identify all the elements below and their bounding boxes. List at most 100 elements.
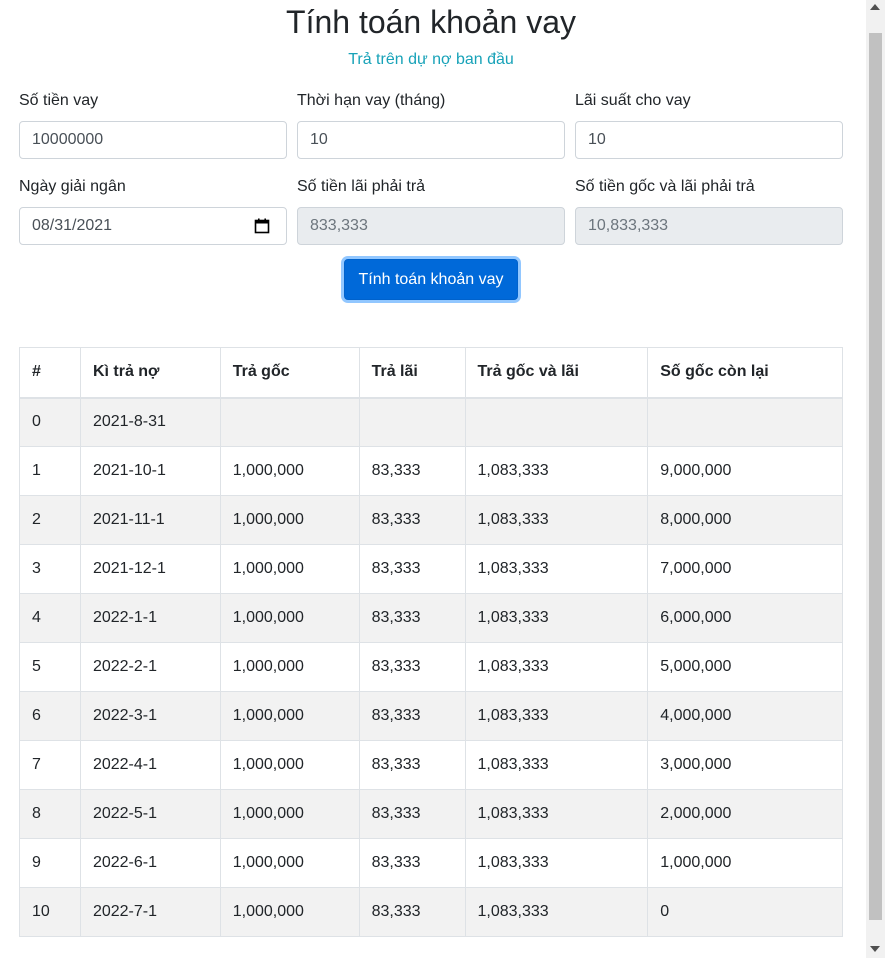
table-row: 8 2022-5-1 1,000,000 83,333 1,083,333 2,000,0… — [19, 789, 843, 839]
table-row: 0 2021-8-31 — [19, 397, 843, 447]
table-cell: 9,000,000 — [647, 446, 843, 496]
table-cell: 10 — [19, 887, 81, 937]
loan-term-input[interactable]: 10 — [297, 121, 565, 159]
interest-rate-label: Lãi suất cho vay — [575, 92, 691, 109]
table-cell: 6,000,000 — [647, 593, 843, 643]
table-cell: 1,000,000 — [219, 887, 360, 937]
table-cell: 8,000,000 — [647, 495, 843, 545]
table-cell: 1,083,333 — [464, 593, 649, 643]
table-cell: 1,083,333 — [464, 887, 649, 937]
table-cell: 83,333 — [358, 446, 466, 496]
table-cell: 2022-3-1 — [79, 691, 221, 741]
table-cell: 2022-5-1 — [79, 789, 221, 839]
vertical-scrollbar[interactable] — [866, 0, 885, 958]
disbursement-date-label: Ngày giải ngân — [19, 178, 126, 195]
loan-amount-label: Số tiền vay — [19, 92, 99, 109]
table-cell: 7 — [19, 740, 81, 790]
table-cell: 1,000,000 — [219, 544, 360, 594]
table-cell: 83,333 — [358, 740, 466, 790]
page-title: Tính toán khoản vay — [286, 4, 576, 40]
table-cell: 3 — [19, 544, 81, 594]
table-cell: 83,333 — [358, 593, 466, 643]
table-cell: 7,000,000 — [647, 544, 843, 594]
table-cell: 83,333 — [358, 495, 466, 545]
table-cell: 1 — [19, 446, 81, 496]
table-cell: 2022-6-1 — [79, 838, 221, 888]
table-cell: 83,333 — [358, 838, 466, 888]
column-header: Số gốc còn lại — [647, 347, 843, 399]
table-cell: 83,333 — [358, 642, 466, 692]
total-payment-label: Số tiền gốc và lãi phải trả — [575, 178, 755, 195]
table-cell: 2021-10-1 — [79, 446, 221, 496]
table-cell: 1,083,333 — [464, 789, 649, 839]
table-cell: 4,000,000 — [647, 691, 843, 741]
table-cell: 1,000,000 — [219, 789, 360, 839]
table-cell: 2021-8-31 — [79, 397, 221, 447]
column-header: Trả gốc và lãi — [464, 347, 649, 399]
table-cell: 2021-11-1 — [79, 495, 221, 545]
table-row: 7 2022-4-1 1,000,000 83,333 1,083,333 3,000,0… — [19, 740, 843, 790]
table-row: 10 2022-7-1 1,000,000 83,333 1,083,333 0 — [19, 887, 843, 937]
table-cell: 1,083,333 — [464, 838, 649, 888]
table-cell — [464, 397, 649, 447]
table-cell: 9 — [19, 838, 81, 888]
table-cell: 5 — [19, 642, 81, 692]
table-cell — [219, 397, 360, 447]
table-cell: 1,000,000 — [219, 838, 360, 888]
table-row: 1 2021-10-1 1,000,000 83,333 1,083,333 9,000,… — [19, 446, 843, 496]
table-cell: 6 — [19, 691, 81, 741]
table-cell: 83,333 — [358, 789, 466, 839]
column-header: Kì trả nợ — [79, 347, 221, 399]
table-cell: 0 — [647, 887, 843, 937]
table-cell: 2021-12-1 — [79, 544, 221, 594]
table-row: 5 2022-2-1 1,000,000 83,333 1,083,333 5,000,0… — [19, 642, 843, 692]
table-row: 6 2022-3-1 1,000,000 83,333 1,083,333 4,000,0… — [19, 691, 843, 741]
table-cell: 8 — [19, 789, 81, 839]
loan-calculator-page: Tính toán khoản vay Trả trên dự nợ ban đ… — [0, 0, 866, 958]
table-cell: 1,083,333 — [464, 691, 649, 741]
column-header: Trả gốc — [219, 347, 360, 399]
table-cell: 2022-2-1 — [79, 642, 221, 692]
column-header: Trả lãi — [358, 347, 466, 399]
table-cell: 5,000,000 — [647, 642, 843, 692]
table-cell: 1,083,333 — [464, 642, 649, 692]
table-cell: 2 — [19, 495, 81, 545]
total-interest-field: 833,333 — [297, 207, 565, 245]
table-cell: 83,333 — [358, 544, 466, 594]
table-cell: 1,083,333 — [464, 740, 649, 790]
table-cell: 2022-7-1 — [79, 887, 221, 937]
table-cell: 1,000,000 — [219, 495, 360, 545]
table-cell — [647, 397, 843, 447]
table-cell: 1,000,000 — [219, 446, 360, 496]
table-cell: 1,000,000 — [219, 740, 360, 790]
table-header-row: # Kì trả nợ Trả gốc Trả lãi Trả gốc và l… — [19, 347, 843, 399]
disbursement-date-input[interactable]: 08/31/2021 — [19, 207, 287, 245]
table-cell: 0 — [19, 397, 81, 447]
table-cell: 1,000,000 — [647, 838, 843, 888]
table-cell: 83,333 — [358, 887, 466, 937]
scroll-down-arrow-icon[interactable] — [870, 946, 880, 952]
total-interest-label: Số tiền lãi phải trả — [297, 178, 426, 195]
table-cell: 1,083,333 — [464, 446, 649, 496]
interest-rate-input[interactable]: 10 — [575, 121, 843, 159]
table-cell: 2,000,000 — [647, 789, 843, 839]
table-cell: 1,000,000 — [219, 593, 360, 643]
table-cell — [358, 397, 466, 447]
table-cell: 83,333 — [358, 691, 466, 741]
loan-amount-input[interactable]: 10000000 — [19, 121, 287, 159]
table-row: 3 2021-12-1 1,000,000 83,333 1,083,333 7,000,… — [19, 544, 843, 594]
column-header: # — [19, 347, 81, 399]
calculate-loan-button[interactable]: Tính toán khoản vay — [344, 259, 518, 300]
scroll-up-arrow-icon[interactable] — [870, 4, 880, 10]
table-cell: 4 — [19, 593, 81, 643]
table-cell: 1,000,000 — [219, 691, 360, 741]
repayment-schedule-table: # Kì trả nợ Trả gốc Trả lãi Trả gốc và l… — [19, 347, 843, 937]
table-cell: 3,000,000 — [647, 740, 843, 790]
calendar-icon[interactable] — [254, 218, 270, 234]
table-row: 9 2022-6-1 1,000,000 83,333 1,083,333 1,000,0… — [19, 838, 843, 888]
disbursement-date-value: 08/31/2021 — [32, 217, 113, 234]
loan-term-label: Thời hạn vay (tháng) — [297, 92, 446, 109]
table-cell: 1,083,333 — [464, 544, 649, 594]
scrollbar-thumb[interactable] — [869, 33, 882, 920]
table-cell: 2022-1-1 — [79, 593, 221, 643]
